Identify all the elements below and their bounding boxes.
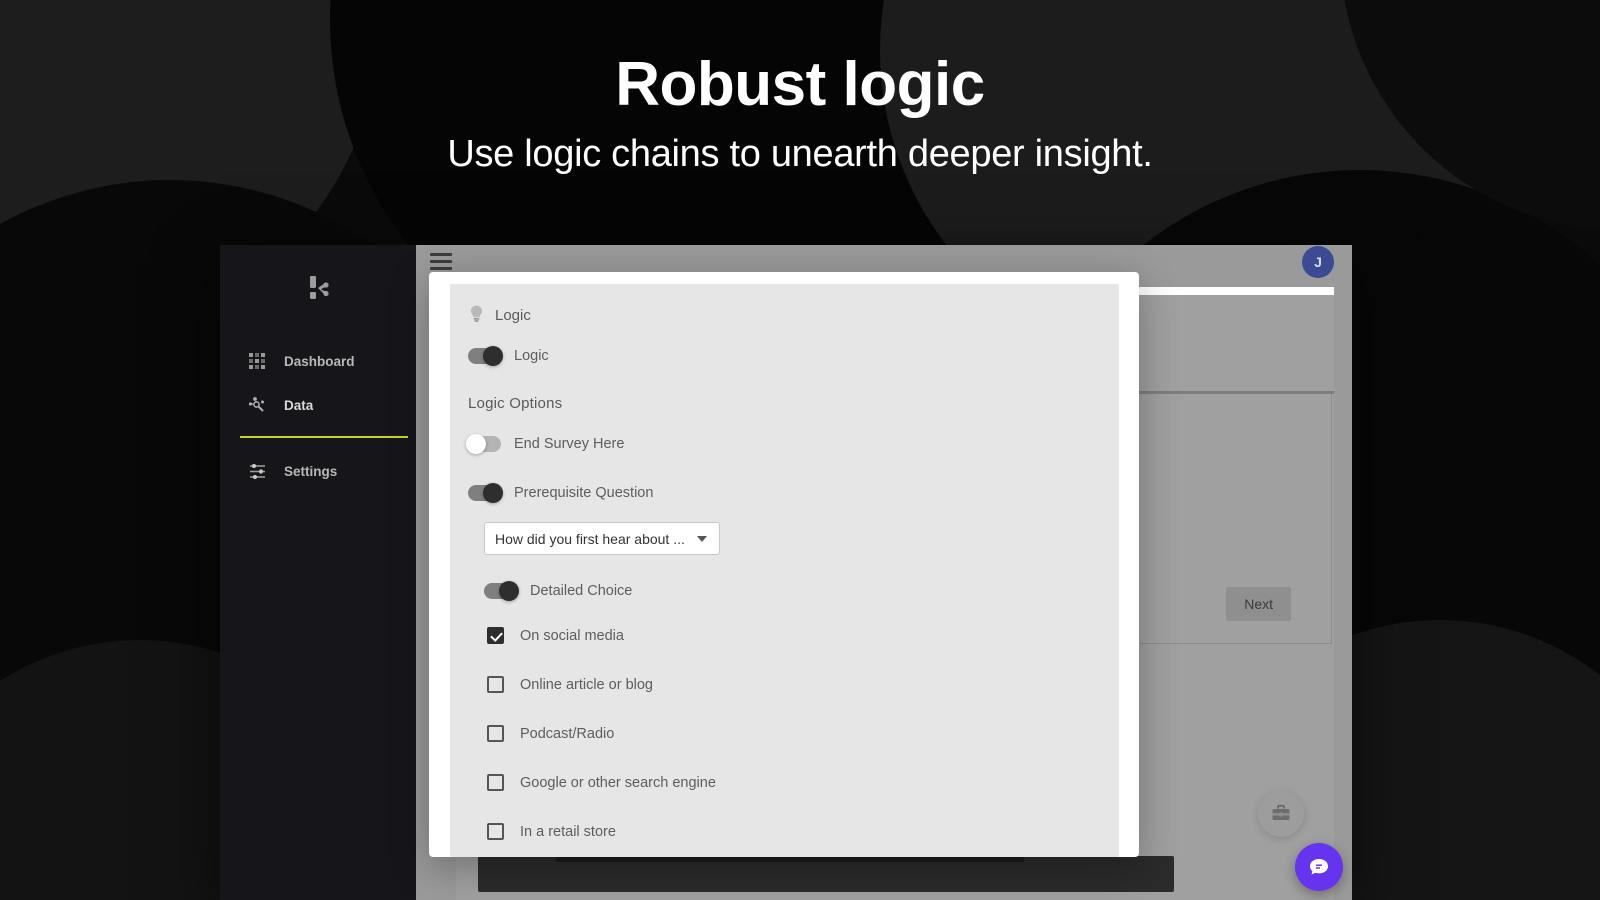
prerequisite-question-toggle[interactable] (468, 483, 503, 503)
checkbox-google-or-other-search-engine[interactable] (487, 774, 504, 791)
grid-icon (246, 350, 268, 372)
chat-button[interactable] (1295, 843, 1343, 891)
sidebar-item-label: Data (284, 397, 314, 413)
logic-modal-panel: Logic Logic Logic Options End Survey Her… (450, 284, 1119, 857)
toolbox-button[interactable] (1258, 791, 1304, 837)
chat-bubble-icon (1310, 859, 1328, 875)
checkbox-row[interactable]: Google or other search engine (487, 774, 1119, 791)
logic-modal: Logic Logic Logic Options End Survey Her… (429, 272, 1139, 857)
logic-toggle[interactable] (468, 346, 503, 366)
sidebar: Dashboard Data Settings (220, 245, 416, 900)
checkbox-row[interactable]: On social media (487, 627, 1119, 644)
detailed-choice-toggle[interactable] (484, 581, 519, 601)
logic-section-header: Logic (468, 304, 1119, 327)
page-root: Robust logic Use logic chains to unearth… (0, 0, 1600, 900)
sidebar-item-data[interactable]: Data (220, 383, 416, 438)
kwadrat-logo-icon (310, 276, 329, 299)
prerequisite-question-toggle-row[interactable]: Prerequisite Question (468, 483, 1119, 503)
checkbox-label: Podcast/Radio (520, 725, 615, 742)
logic-options-title: Logic Options (468, 395, 563, 412)
next-button[interactable]: Next (1226, 587, 1291, 621)
checkbox-label: Google or other search engine (520, 774, 716, 791)
logic-section-title: Logic (495, 307, 531, 324)
end-survey-label: End Survey Here (514, 436, 625, 452)
logic-main-toggle-row[interactable]: Logic (468, 346, 1119, 366)
checkbox-on-social-media[interactable] (487, 627, 504, 644)
lightbulb-icon (468, 304, 485, 327)
chevron-down-icon (697, 535, 707, 542)
prerequisite-question-label: Prerequisite Question (514, 485, 654, 501)
checkbox-online-article-or-blog[interactable] (487, 676, 504, 693)
sidebar-item-dashboard[interactable]: Dashboard (220, 339, 416, 383)
sidebar-item-label: Settings (284, 463, 338, 479)
hamburger-icon[interactable] (430, 253, 452, 270)
checkbox-label: Online article or blog (520, 676, 653, 693)
toolbox-icon (1272, 804, 1290, 820)
sidebar-item-label: Dashboard (284, 353, 355, 369)
prerequisite-question-select[interactable]: How did you first hear about ... (484, 522, 720, 555)
hero-section: Robust logic Use logic chains to unearth… (0, 0, 1600, 177)
end-survey-toggle[interactable] (466, 434, 501, 454)
logic-toggle-label: Logic (514, 348, 549, 364)
select-value: How did you first hear about ... (495, 530, 685, 547)
end-survey-toggle-row[interactable]: End Survey Here (466, 434, 1119, 454)
checkbox-podcast-radio[interactable] (487, 725, 504, 742)
checkbox-row[interactable]: Online article or blog (487, 676, 1119, 693)
sliders-icon (246, 460, 268, 482)
bottom-dark-bar (478, 856, 1174, 892)
active-indicator (240, 436, 408, 438)
app-logo[interactable] (220, 259, 416, 317)
page-subtitle: Use logic chains to unearth deeper insig… (447, 132, 1153, 175)
avatar[interactable]: J (1302, 246, 1334, 278)
sidebar-item-settings[interactable]: Settings (220, 449, 416, 493)
page-title: Robust logic (615, 50, 985, 119)
checkbox-row[interactable]: In a retail store (487, 823, 1119, 840)
data-nodes-icon (246, 394, 268, 416)
checkbox-label: In a retail store (520, 823, 616, 840)
detailed-choice-label: Detailed Choice (530, 583, 633, 599)
checkbox-in-a-retail-store[interactable] (487, 823, 504, 840)
sidebar-nav: Dashboard Data Settings (220, 339, 416, 493)
detailed-choice-toggle-row[interactable]: Detailed Choice (484, 581, 1119, 601)
checkbox-label: On social media (520, 627, 624, 644)
checkbox-row[interactable]: Podcast/Radio (487, 725, 1119, 742)
